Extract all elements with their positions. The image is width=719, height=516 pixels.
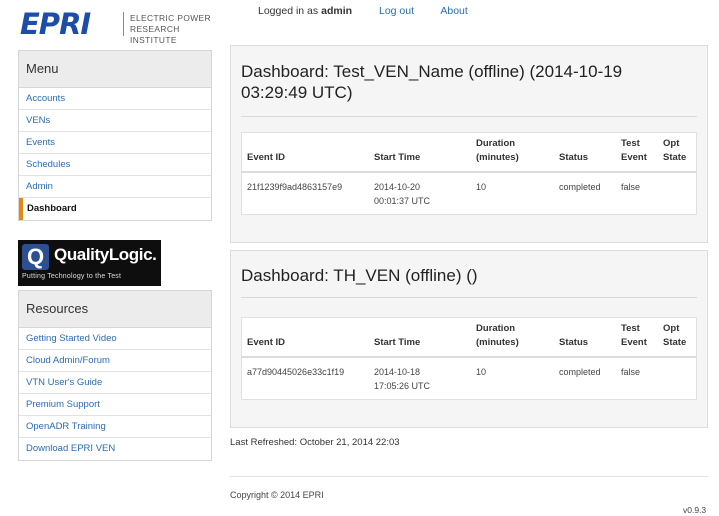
logout-link[interactable]: Log out: [379, 5, 414, 17]
logo-tagline: ELECTRIC POWER RESEARCH INSTITUTE: [130, 13, 212, 46]
last-refreshed: Last Refreshed: October 21, 2014 22:03: [230, 437, 400, 448]
qualitylogic-tagline: Putting Technology to the Test: [22, 273, 122, 280]
col-duration-line1: Duration: [476, 323, 516, 334]
col-status: Status: [554, 317, 616, 358]
dashboard-card-1: Dashboard: Test_VEN_Name (offline) (2014…: [230, 45, 708, 243]
col-duration-line2: (minutes): [476, 152, 519, 163]
cell-event-id: a77d90445026e33c1f19: [247, 367, 345, 377]
table-header-row: Event ID Start Time Duration (minutes) St…: [241, 132, 697, 173]
col-opt-line2: State: [663, 152, 687, 163]
cell-start-clock: 00:01:37 UTC: [374, 196, 431, 206]
resource-cloud-admin-forum[interactable]: Cloud Admin/Forum: [19, 350, 211, 372]
dashboard-divider-1: [241, 116, 697, 117]
cell-duration: 10: [476, 367, 487, 377]
col-test-line2: Event: [621, 152, 647, 163]
logo-line1: ELECTRIC POWER: [130, 13, 211, 23]
menu-item-dashboard[interactable]: Dashboard: [19, 198, 211, 220]
col-test-event: Test Event: [616, 317, 658, 358]
col-test-event: Test Event: [616, 132, 658, 173]
logo-line2: RESEARCH INSTITUTE: [130, 24, 180, 45]
menu-item-accounts[interactable]: Accounts: [19, 88, 211, 110]
cell-status: completed: [559, 182, 601, 192]
col-duration-line1: Duration: [476, 138, 516, 149]
dashboard-card-2: Dashboard: TH_VEN (offline) () Event ID …: [230, 250, 708, 428]
cell-test-event: false: [621, 182, 641, 192]
cell-status: completed: [559, 367, 601, 377]
resource-vtn-users-guide[interactable]: VTN User's Guide: [19, 372, 211, 394]
version-label: v0.9.3: [683, 505, 707, 515]
cell-opt-state: [658, 357, 697, 400]
dashboard-title-1-line2: 03:29:49 UTC): [241, 83, 353, 102]
last-refreshed-label: Last Refreshed:: [230, 437, 298, 448]
events-table-1: Event ID Start Time Duration (minutes) St…: [241, 132, 697, 215]
resources-panel: Resources Getting Started Video Cloud Ad…: [18, 290, 212, 461]
menu-item-vens[interactable]: VENs: [19, 110, 211, 132]
resources-title: Resources: [19, 291, 211, 328]
cell-start-time: 2014-10-20 00:01:37 UTC: [369, 172, 471, 215]
col-opt-state: Opt State: [658, 132, 697, 173]
footer-divider: [230, 476, 708, 477]
events-table-2: Event ID Start Time Duration (minutes) St…: [241, 317, 697, 400]
dashboard-title-1-line1: Dashboard: Test_VEN_Name (offline) (2014…: [241, 62, 623, 81]
cell-duration: 10: [476, 182, 487, 192]
col-start-time: Start Time: [369, 317, 471, 358]
cell-start-time: 2014-10-18 17:05:26 UTC: [369, 357, 471, 400]
dashboard-divider-2: [241, 297, 697, 298]
logged-in-status: Logged in as admin: [258, 5, 352, 17]
menu-item-schedules[interactable]: Schedules: [19, 154, 211, 176]
cell-test-event: false: [621, 367, 641, 377]
col-event-id: Event ID: [241, 132, 369, 173]
col-test-line2: Event: [621, 337, 647, 348]
qualitylogic-mark-icon: Q: [22, 244, 49, 270]
about-link[interactable]: About: [440, 5, 467, 17]
logo-brand: EPRI: [20, 7, 91, 41]
col-test-line1: Test: [621, 138, 640, 149]
logo-divider: [123, 12, 124, 36]
qualitylogic-logo[interactable]: Q QualityLogic. Putting Technology to th…: [18, 240, 161, 286]
menu-title: Menu: [19, 51, 211, 88]
last-refreshed-value: October 21, 2014 22:03: [299, 437, 400, 448]
col-start-time: Start Time: [369, 132, 471, 173]
table-row: 21f1239f9ad4863157e9 2014-10-20 00:01:37 …: [242, 172, 697, 215]
epri-logo: EPRI ELECTRIC POWER RESEARCH INSTITUTE: [20, 7, 212, 45]
col-opt-state: Opt State: [658, 317, 697, 358]
table-header-row: Event ID Start Time Duration (minutes) St…: [241, 317, 697, 358]
col-opt-line1: Opt: [663, 323, 680, 334]
cell-event-id: 21f1239f9ad4863157e9: [247, 182, 343, 192]
col-opt-line2: State: [663, 337, 687, 348]
resource-premium-support[interactable]: Premium Support: [19, 394, 211, 416]
qualitylogic-name: QualityLogic.: [54, 245, 157, 264]
top-navigation: Logged in as admin Log out About: [258, 5, 492, 17]
dashboard-title-1: Dashboard: Test_VEN_Name (offline) (2014…: [241, 61, 622, 103]
dashboard-title-2: Dashboard: TH_VEN (offline) (): [241, 266, 478, 285]
col-status: Status: [554, 132, 616, 173]
col-test-line1: Test: [621, 323, 640, 334]
col-duration: Duration (minutes): [471, 132, 554, 173]
cell-start-date: 2014-10-20: [374, 182, 421, 192]
resource-getting-started-video[interactable]: Getting Started Video: [19, 328, 211, 350]
menu-item-admin[interactable]: Admin: [19, 176, 211, 198]
cell-start-date: 2014-10-18: [374, 367, 421, 377]
col-opt-line1: Opt: [663, 138, 680, 149]
resource-openadr-training[interactable]: OpenADR Training: [19, 416, 211, 438]
copyright: Copyright © 2014 EPRI: [230, 490, 324, 500]
cell-opt-state: [658, 172, 697, 215]
username: admin: [321, 5, 353, 17]
table-row: a77d90445026e33c1f19 2014-10-18 17:05:26 …: [242, 357, 697, 400]
col-duration-line2: (minutes): [476, 337, 519, 348]
menu-panel: Menu Accounts VENs Events Schedules Admi…: [18, 50, 212, 221]
cell-start-clock: 17:05:26 UTC: [374, 381, 431, 391]
menu-item-events[interactable]: Events: [19, 132, 211, 154]
col-duration: Duration (minutes): [471, 317, 554, 358]
resource-download-epri-ven[interactable]: Download EPRI VEN: [19, 438, 211, 460]
col-event-id: Event ID: [241, 317, 369, 358]
logged-in-prefix: Logged in as: [258, 5, 319, 17]
